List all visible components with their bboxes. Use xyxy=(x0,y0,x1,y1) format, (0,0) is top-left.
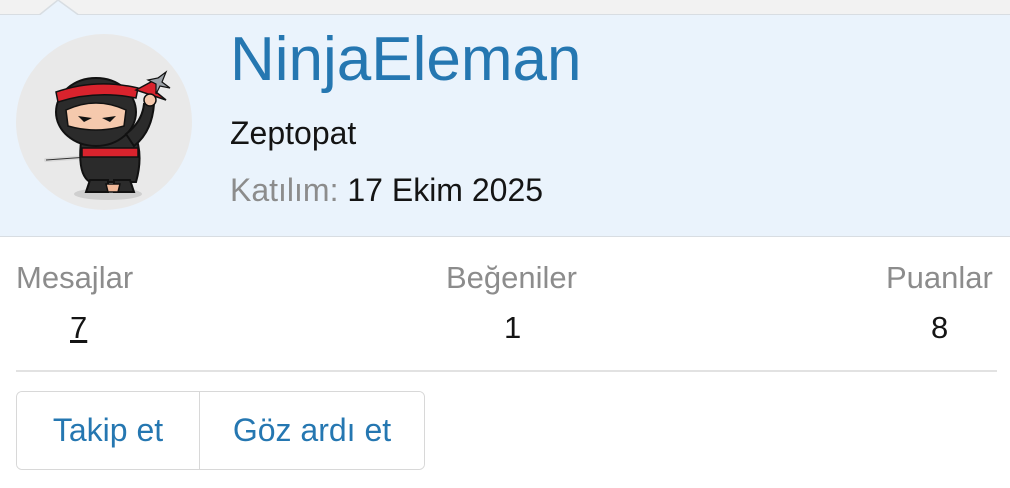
stat-points-label: Puanlar xyxy=(886,260,993,295)
stat-points-value: 8 xyxy=(931,310,949,345)
stats-divider xyxy=(16,370,997,372)
joined-date: 17 Ekim 2025 xyxy=(347,172,544,208)
tooltip-top-strip xyxy=(0,0,1010,15)
member-actions: Takip et Göz ardı et xyxy=(16,391,425,470)
user-title: Zeptopat xyxy=(230,115,357,151)
ignore-button[interactable]: Göz ardı et xyxy=(200,392,424,469)
stat-messages-value[interactable]: 7 xyxy=(70,308,87,348)
stat-likes-label: Beğeniler xyxy=(446,260,577,295)
follow-button[interactable]: Takip et xyxy=(17,392,200,469)
joined-label: Katılım: xyxy=(230,172,339,208)
ninja-avatar-icon xyxy=(44,70,171,200)
username-link[interactable]: NinjaEleman xyxy=(230,22,582,98)
stat-likes-value: 1 xyxy=(504,310,522,345)
avatar[interactable] xyxy=(16,34,192,210)
stat-messages-label: Mesajlar xyxy=(16,260,134,295)
joined-info: Katılım: 17 Ekim 2025 xyxy=(230,170,543,210)
